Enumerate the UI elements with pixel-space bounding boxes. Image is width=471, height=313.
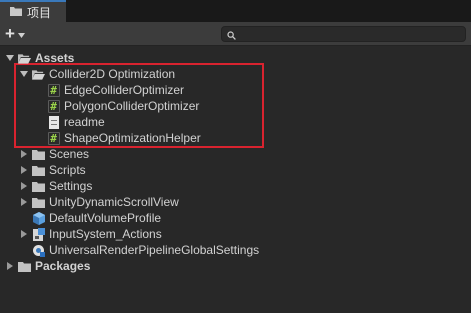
search-input[interactable] — [221, 26, 466, 42]
folder-icon — [10, 5, 22, 19]
tree-item-packages[interactable]: Packages — [0, 258, 471, 274]
tree-item-collider-folder[interactable]: Collider2D Optimization — [0, 66, 471, 82]
expanded-arrow-icon[interactable] — [19, 69, 29, 79]
folder-icon — [18, 260, 31, 273]
tree-item-file[interactable]: # PolygonColliderOptimizer — [0, 98, 471, 114]
tree-item-urp-global-settings[interactable]: UniversalRenderPipelineGlobalSettings — [0, 242, 471, 258]
folder-icon — [32, 148, 45, 161]
tree-item-label: Collider2D Optimization — [49, 67, 176, 81]
tab-project[interactable]: 项目 — [0, 0, 66, 22]
collapsed-arrow-icon[interactable] — [19, 181, 29, 191]
tab-label: 项目 — [27, 5, 52, 20]
tree-item-file[interactable]: readme — [0, 114, 471, 130]
folder-icon — [32, 180, 45, 193]
tree-item-label: UniversalRenderPipelineGlobalSettings — [49, 243, 260, 257]
tree-item-label: Scripts — [49, 163, 86, 177]
tree-item-file[interactable]: # ShapeOptimizationHelper — [0, 130, 471, 146]
csharp-script-icon: # — [47, 83, 60, 97]
chevron-down-icon — [17, 27, 25, 41]
folder-open-icon — [18, 52, 31, 65]
volume-profile-icon — [32, 211, 45, 225]
tree-item-scripts[interactable]: Scripts — [0, 162, 471, 178]
collapsed-arrow-icon[interactable] — [19, 165, 29, 175]
tree-item-label: InputSystem_Actions — [49, 227, 162, 241]
tree-item-settings[interactable]: Settings — [0, 178, 471, 194]
tree-item-unity-dynamic-scroll-view[interactable]: UnityDynamicScrollView — [0, 194, 471, 210]
text-document-icon — [47, 115, 60, 129]
collapsed-arrow-icon[interactable] — [19, 197, 29, 207]
tree-item-label: Packages — [35, 259, 91, 273]
collapsed-arrow-icon[interactable] — [19, 229, 29, 239]
tree-item-label: Assets — [35, 51, 75, 65]
tree-item-label: PolygonColliderOptimizer — [64, 99, 200, 113]
tree-item-file[interactable]: # EdgeColliderOptimizer — [0, 82, 471, 98]
tree-item-label: EdgeColliderOptimizer — [64, 83, 185, 97]
tree-item-label: readme — [64, 115, 105, 129]
add-button[interactable]: + — [5, 25, 35, 42]
expanded-arrow-icon[interactable] — [5, 53, 15, 63]
collapsed-arrow-icon[interactable] — [19, 149, 29, 159]
folder-icon — [32, 164, 45, 177]
tree-item-label: Scenes — [49, 147, 90, 161]
tree-item-label: ShapeOptimizationHelper — [64, 131, 201, 145]
tree-item-label: DefaultVolumeProfile — [49, 211, 162, 225]
tree-item-assets[interactable]: Assets — [0, 50, 471, 66]
tree-item-label: UnityDynamicScrollView — [49, 195, 179, 209]
tree-item-default-volume-profile[interactable]: DefaultVolumeProfile — [0, 210, 471, 226]
csharp-script-icon: # — [47, 99, 60, 113]
toolbar: + — [0, 22, 471, 46]
collapsed-arrow-icon[interactable] — [5, 261, 15, 271]
tree-item-scenes[interactable]: Scenes — [0, 146, 471, 162]
render-pipeline-settings-icon — [32, 244, 45, 257]
tree-item-input-system-actions[interactable]: InputSystem_Actions — [0, 226, 471, 242]
tab-strip: 项目 — [0, 0, 471, 22]
folder-open-icon — [32, 68, 45, 81]
tree-item-label: Settings — [49, 179, 93, 193]
input-actions-icon — [32, 227, 45, 241]
folder-icon — [32, 196, 45, 209]
plus-icon: + — [5, 24, 15, 43]
search-icon — [227, 29, 236, 43]
csharp-script-icon: # — [47, 131, 60, 145]
